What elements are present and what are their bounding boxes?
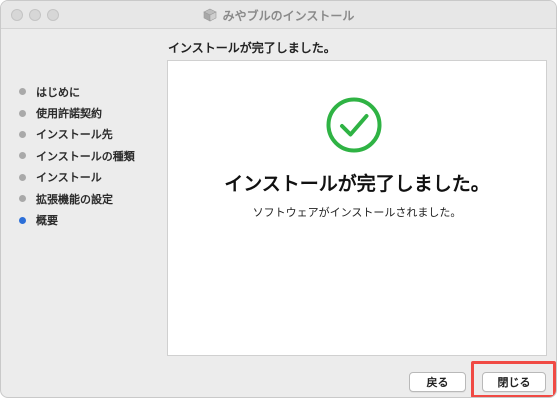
step-intro: はじめに xyxy=(19,81,159,102)
step-install: インストール xyxy=(19,167,159,188)
window-title: みやブルのインストール xyxy=(1,1,556,29)
step-label: インストール先 xyxy=(36,128,113,142)
package-icon xyxy=(202,8,217,22)
step-install-type: インストールの種類 xyxy=(19,145,159,166)
step-indicator-active xyxy=(19,216,26,224)
step-label: インストールの種類 xyxy=(36,149,135,163)
step-label: はじめに xyxy=(36,85,80,99)
step-label: 概要 xyxy=(36,214,58,228)
window-title-text: みやブルのインストール xyxy=(222,8,355,23)
step-indicator xyxy=(19,109,26,117)
step-label: 拡張機能の設定 xyxy=(36,192,113,206)
step-license: 使用許諾契約 xyxy=(19,102,159,123)
completion-title: インストールが完了しました。 xyxy=(224,173,490,195)
title-bar[interactable]: みやブルのインストール xyxy=(1,1,556,29)
step-indicator xyxy=(19,152,26,160)
page-header: インストールが完了しました。 xyxy=(168,41,336,55)
step-indicator xyxy=(19,130,26,138)
close-button[interactable]: 閉じる xyxy=(482,372,546,392)
installer-window: みやブルのインストール インストールが完了しました。 はじめに 使用許諾契約 イ… xyxy=(0,0,557,398)
step-summary: 概要 xyxy=(19,209,159,230)
step-label: インストール xyxy=(36,171,102,185)
step-indicator xyxy=(19,195,26,203)
step-label: 使用許諾契約 xyxy=(36,107,102,121)
installer-steps: はじめに 使用許諾契約 インストール先 インストールの種類 インストール 拡張機… xyxy=(19,81,159,231)
checkmark-circle-icon xyxy=(326,97,382,153)
content-panel: インストールが完了しました。 ソフトウェアがインストールされました。 xyxy=(167,60,547,356)
back-button[interactable]: 戻る xyxy=(409,372,466,392)
step-indicator xyxy=(19,173,26,181)
step-extensions: 拡張機能の設定 xyxy=(19,188,159,209)
step-indicator xyxy=(19,88,26,96)
completion-message: ソフトウェアがインストールされました。 xyxy=(252,206,462,219)
step-destination: インストール先 xyxy=(19,124,159,145)
